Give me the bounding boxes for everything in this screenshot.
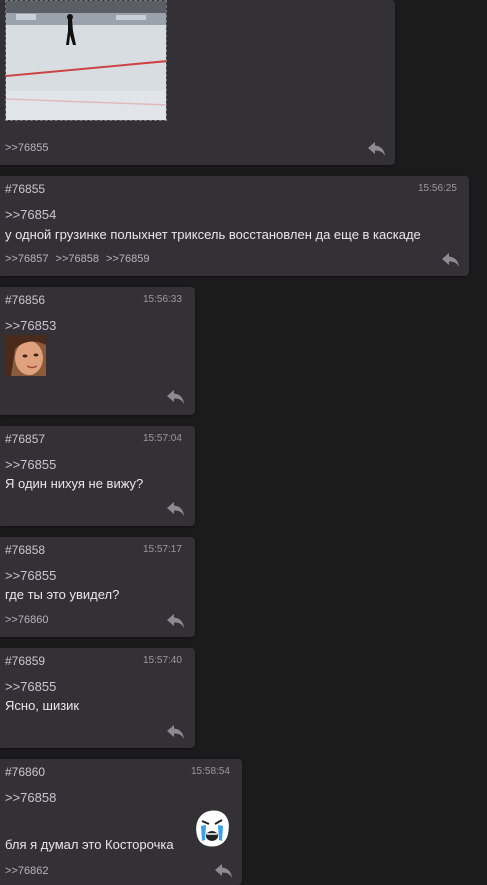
post-replies: >>76855	[5, 142, 52, 154]
post-text: Я один нихуя не вижу?	[5, 476, 144, 491]
post-number[interactable]: #76858	[5, 543, 45, 557]
face-thumbnail[interactable]	[5, 335, 46, 376]
quote-link[interactable]: >>76855	[5, 457, 56, 472]
post-time: 15:58:54	[191, 766, 230, 777]
reply-arrow-icon[interactable]	[214, 863, 234, 879]
post-76860: #76860 15:58:54 >>76858 бля я думал это …	[0, 759, 242, 885]
post-number[interactable]: #76857	[5, 432, 45, 446]
post-76857: #76857 15:57:04 >>76855 Я один нихуя не …	[0, 426, 195, 526]
reply-link[interactable]: >>76857	[5, 253, 48, 265]
reply-arrow-icon[interactable]	[166, 613, 186, 629]
reply-link[interactable]: >>76862	[5, 865, 48, 877]
reply-arrow-icon[interactable]	[441, 252, 461, 268]
post-76855: #76855 15:56:25 >>76854 у одной грузинке…	[0, 176, 469, 276]
post-text: у одной грузинке полыхнет триксель восст…	[5, 227, 421, 242]
post-text: бля я думал это Косторочка	[5, 837, 174, 852]
post-number[interactable]: #76859	[5, 654, 45, 668]
quote-link[interactable]: >>76854	[5, 207, 56, 222]
quote-link[interactable]: >>76853	[5, 318, 56, 333]
post-time: 15:57:17	[143, 544, 182, 555]
post-76855-parent: >>76855	[0, 0, 395, 165]
post-number[interactable]: #76855	[5, 182, 45, 196]
post-76856: #76856 15:56:33 >>76853	[0, 287, 195, 415]
quote-link[interactable]: >>76855	[5, 679, 56, 694]
post-text: где ты это увидел?	[5, 587, 120, 602]
reply-link[interactable]: >>76860	[5, 614, 48, 626]
crying-meme-face[interactable]	[192, 807, 232, 849]
reply-link[interactable]: >>76859	[106, 253, 149, 265]
post-76859: #76859 15:57:40 >>76855 Ясно, шизик	[0, 648, 195, 748]
post-time: 15:56:25	[418, 183, 457, 194]
quote-link[interactable]: >>76855	[5, 568, 56, 583]
post-time: 15:57:40	[143, 655, 182, 666]
post-number[interactable]: #76860	[5, 765, 45, 779]
post-replies: >>76857 >>76858 >>76859	[5, 253, 153, 265]
post-time: 15:57:04	[143, 433, 182, 444]
post-text: Ясно, шизик	[5, 698, 80, 713]
reply-link[interactable]: >>76858	[56, 253, 99, 265]
reply-arrow-icon[interactable]	[166, 724, 186, 740]
post-time: 15:56:33	[143, 294, 182, 305]
reply-link[interactable]: >>76855	[5, 142, 48, 154]
post-replies: >>76860	[5, 614, 52, 626]
reply-arrow-icon[interactable]	[166, 501, 186, 517]
reply-arrow-icon[interactable]	[367, 141, 387, 157]
post-replies: >>76862	[5, 865, 52, 877]
reply-arrow-icon[interactable]	[166, 389, 186, 405]
post-76858: #76858 15:57:17 >>76855 где ты это увиде…	[0, 537, 195, 637]
ice-rink-thumbnail[interactable]	[5, 0, 167, 121]
quote-link[interactable]: >>76858	[5, 790, 56, 805]
post-number[interactable]: #76856	[5, 293, 45, 307]
